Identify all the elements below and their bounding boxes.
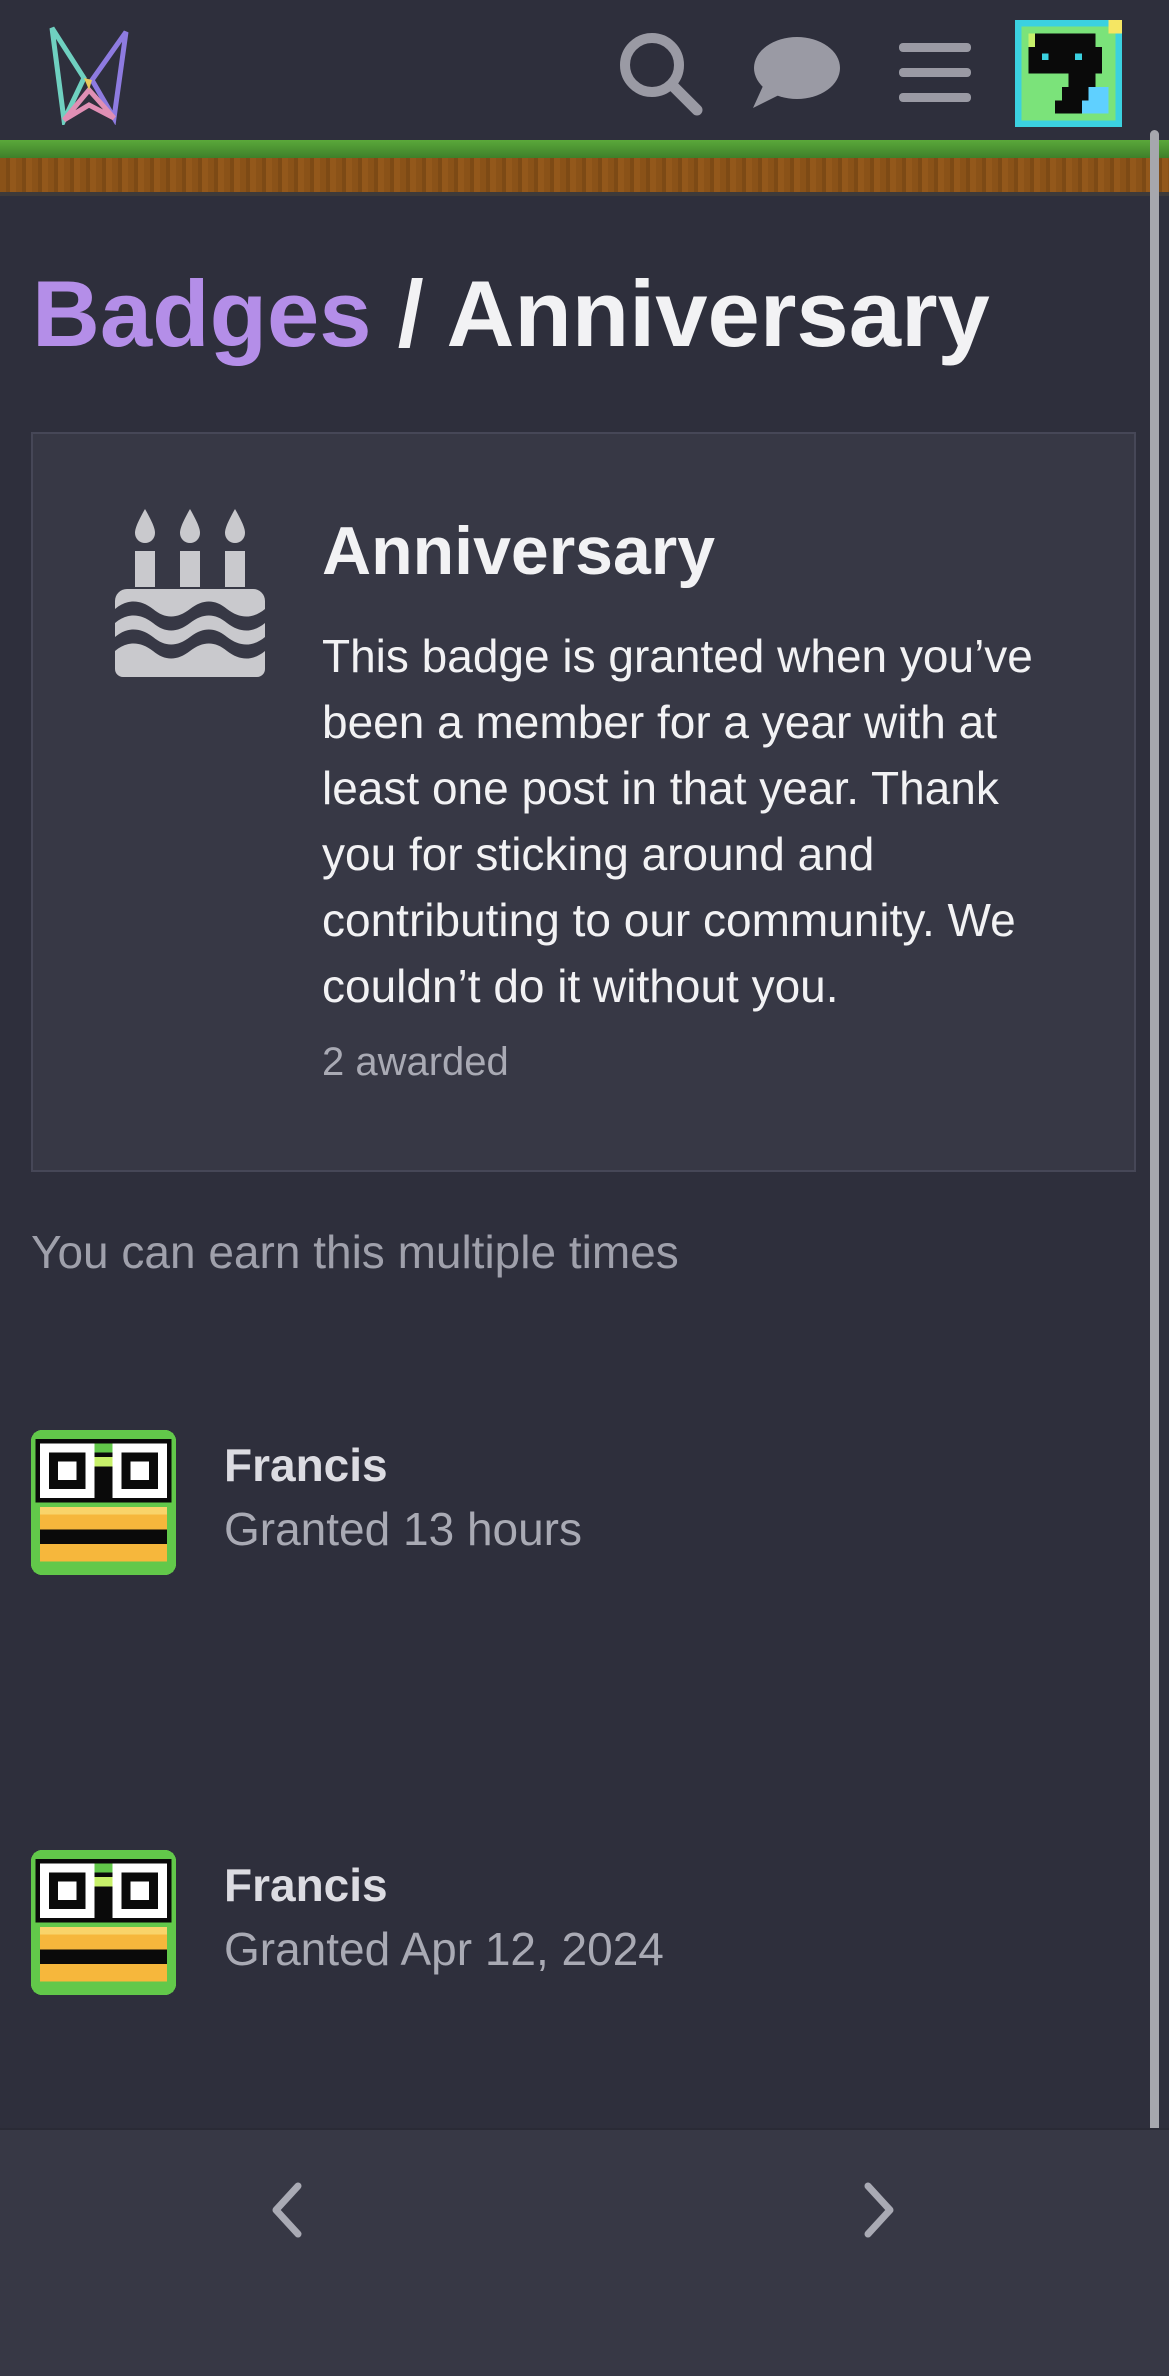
chevron-left-icon: [272, 2182, 302, 2238]
user-avatar[interactable]: [31, 1430, 176, 1575]
header-grass-strip: [0, 140, 1169, 158]
badge-name: Anniversary: [322, 513, 716, 589]
page-scrollbar[interactable]: [1150, 130, 1159, 2235]
list-item: Francis Granted Apr 12, 2024: [31, 1850, 1131, 1995]
earn-multiple-note: You can earn this multiple times: [31, 1226, 679, 1278]
grant-username[interactable]: Francis: [224, 1858, 388, 1912]
grant-time: Granted Apr 12, 2024: [224, 1923, 664, 1975]
menu-button[interactable]: [885, 20, 985, 125]
footer-bar: [0, 2128, 1169, 2376]
header-divider: [0, 192, 1169, 196]
previous-button[interactable]: [238, 2160, 338, 2260]
list-item: Francis Granted 13 hours: [31, 1430, 1131, 1575]
search-button[interactable]: [605, 20, 715, 125]
badge-awarded-count[interactable]: 2 awarded: [322, 1040, 509, 1085]
search-icon: [620, 32, 703, 115]
breadcrumb-separator: /: [371, 261, 447, 366]
site-header: [0, 0, 1169, 140]
grant-username[interactable]: Francis: [224, 1438, 388, 1492]
site-logo[interactable]: [44, 20, 134, 125]
next-button[interactable]: [828, 2160, 928, 2260]
grant-time: Granted 13 hours: [224, 1503, 583, 1555]
breadcrumb-badges-link[interactable]: Badges: [32, 261, 372, 366]
chat-button[interactable]: [740, 20, 850, 125]
birthday-cake-icon: [115, 509, 265, 677]
breadcrumb-current: Anniversary: [446, 261, 990, 366]
hamburger-menu-icon: [899, 42, 971, 102]
chevron-right-icon: [864, 2182, 894, 2238]
page-title: Badges / Anniversary: [32, 262, 990, 365]
header-dirt-strip: [0, 158, 1169, 192]
user-avatar[interactable]: [31, 1850, 176, 1995]
user-avatar[interactable]: [1015, 20, 1122, 127]
badge-description: This badge is granted when you’ve been a…: [322, 630, 1033, 1012]
chat-icon: [753, 36, 840, 108]
